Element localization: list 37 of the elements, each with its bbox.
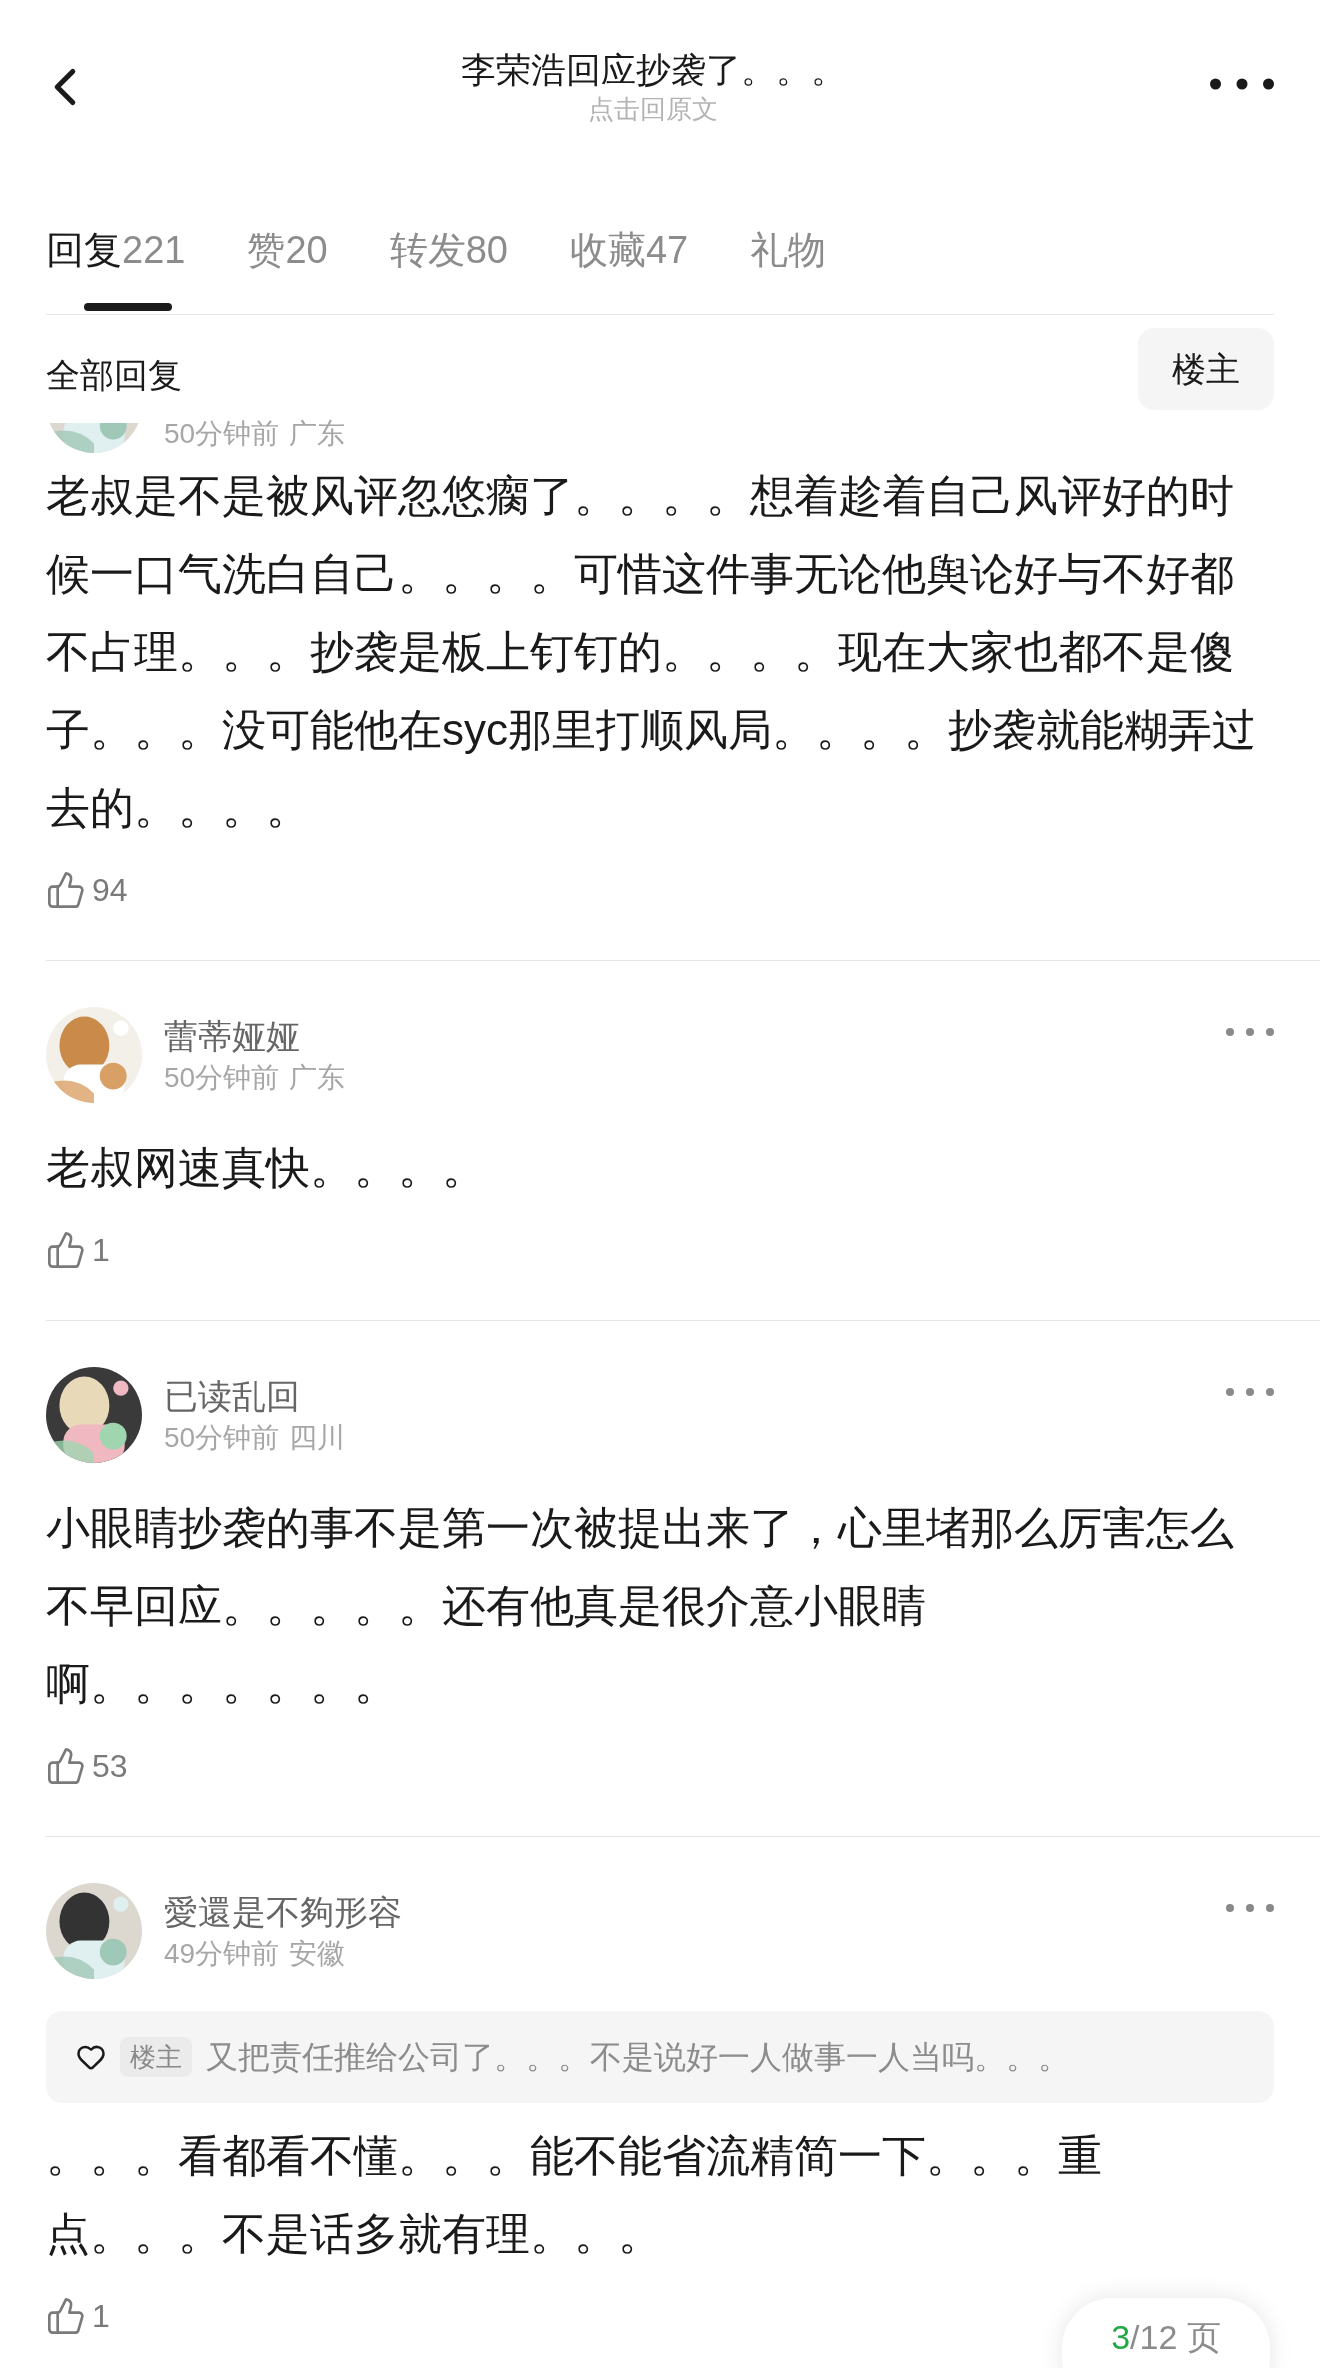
op-only-button[interactable]: 楼主: [1138, 328, 1274, 410]
op-tag: 楼主: [120, 2037, 192, 2077]
comment-time: 49分钟前: [164, 1937, 280, 1971]
tab[interactable]: 收藏47: [569, 225, 689, 313]
more-icon[interactable]: [1210, 78, 1274, 90]
comment-text: 老叔是不是被风评忽悠瘸了。。。。想着趁着自己风评好的时候一口气洗白自己。。。。可惜这件事无论他舆论好与不好都不占理。。。抄袭是板上钉钉的。。。。现在大家也都不是傻子。。。没可能他在syc那里打顺风局。。。。抄袭就能糊弄过去的。。。。: [46, 470, 1257, 834]
comment-time: 50分钟前: [164, 417, 280, 451]
like-count: 1: [92, 2297, 110, 2336]
comment-time: 50分钟前: [164, 1421, 280, 1455]
tab[interactable]: 转发80: [389, 225, 508, 313]
tab[interactable]: 礼物: [750, 225, 827, 313]
quoted-text: 又把责任推给公司了。。。不是说好一人做事一人当吗。。。: [206, 2038, 1070, 2077]
quoted-reply[interactable]: 楼主 又把责任推给公司了。。。不是说好一人做事一人当吗。。。: [46, 2011, 1274, 2103]
page-indicator[interactable]: 3/12 页: [1062, 2298, 1270, 2368]
username[interactable]: 愛還是不夠形容: [164, 1889, 1204, 1935]
like-count: 1: [92, 1231, 110, 1270]
comment-text: 小眼睛抄袭的事不是第一次被提出来了，心里堵那么厉害怎么不早回应。。。。。还有他真是很介意小眼睛啊。。。。。。。: [46, 1502, 1235, 1710]
comment-time: 50分钟前: [164, 1061, 280, 1095]
comment-location: 安徽: [289, 1937, 346, 1971]
comment-location: 广东: [289, 417, 346, 451]
username[interactable]: 蕾蒂娅娅: [164, 1013, 1204, 1059]
comment-location: 广东: [289, 1061, 346, 1095]
comment-text: 老叔网速真快。。。。: [46, 1142, 487, 1194]
tab[interactable]: 赞20: [247, 225, 328, 313]
like-count: 53: [92, 1747, 128, 1786]
like-icon[interactable]: [46, 1230, 86, 1270]
comment-location: 四川: [289, 1421, 346, 1455]
like-icon[interactable]: [46, 1746, 86, 1786]
username[interactable]: 已读乱回: [164, 1373, 1204, 1419]
like-count: 94: [92, 871, 128, 910]
view-original-link[interactable]: 点击回原文: [588, 92, 718, 126]
like-icon[interactable]: [46, 870, 86, 910]
comment-text: 。。。看都看不懂。。。能不能省流精简一下。。。重点。。。不是话多就有理。。。: [46, 2130, 1103, 2260]
all-replies-label: 全部回复: [46, 354, 182, 396]
post-title: 李荣浩回应抄袭了。。。: [460, 49, 846, 91]
like-icon[interactable]: [46, 2296, 86, 2336]
tab[interactable]: 回复221: [46, 225, 186, 313]
